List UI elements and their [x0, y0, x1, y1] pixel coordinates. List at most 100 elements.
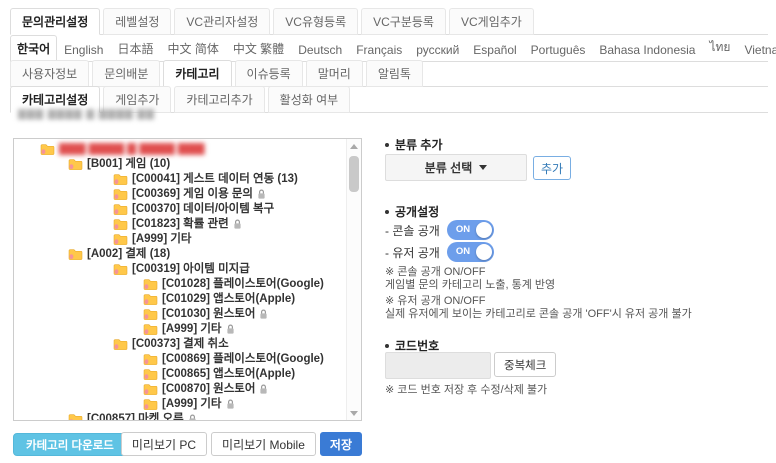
preview-pc-button[interactable]: 미리보기 PC [121, 432, 207, 456]
tree-item-label: [C00370] 데이터/아이템 복구 [132, 202, 274, 217]
main-tab-0[interactable]: 문의관리설정 [10, 8, 100, 35]
scroll-down-icon[interactable] [347, 406, 361, 420]
tree-item-17[interactable]: [C00857] 마켓 오류 [14, 412, 347, 421]
code-number-input[interactable] [385, 352, 491, 379]
sub-tab-4[interactable]: 말머리 [306, 60, 363, 87]
category-type-select[interactable]: 분류 선택 [385, 154, 527, 181]
lang-tab-4[interactable]: 中文 繁體 [226, 35, 291, 62]
tree-item-label: [A002] 결제 (18) [87, 247, 170, 262]
lang-tab-3[interactable]: 中文 简体 [161, 35, 226, 62]
folder-icon [113, 218, 128, 231]
folder-icon [68, 248, 83, 261]
sub-tab-5[interactable]: 알림톡 [366, 60, 423, 87]
lock-icon [259, 309, 268, 320]
folder-icon [143, 398, 158, 411]
main-tab-4[interactable]: VC구분등록 [361, 8, 446, 35]
tree-item-7[interactable]: [C00319] 아이템 미지급 [14, 262, 347, 277]
tree-item-16[interactable]: [A999] 기타 [14, 397, 347, 412]
sub-tab-1[interactable]: 문의배분 [92, 60, 160, 87]
main-tab-2[interactable]: VC관리자설정 [174, 8, 270, 35]
scroll-up-icon[interactable] [347, 139, 361, 153]
redacted-game-title: ▇▇▇ ▇▇▇▇ ▇ ▇▇▇▇ ▇▇ [18, 109, 155, 120]
lang-tab-5[interactable]: Deutsch [291, 38, 349, 62]
folder-icon [143, 323, 158, 336]
duplicate-check-button[interactable]: 중복체크 [494, 352, 556, 377]
lang-tab-1[interactable]: English [57, 38, 110, 62]
add-section-label: 분류 추가 [395, 136, 443, 153]
lang-tab-10[interactable]: Bahasa Indonesia [592, 38, 702, 62]
tree-item-5[interactable]: [A999] 기타 [14, 232, 347, 247]
footer-actions: 미리보기 PC 미리보기 Mobile 저장 [121, 432, 362, 456]
tree-item-14[interactable]: [C00865] 앱스토어(Apple) [14, 367, 347, 382]
tree-item-11[interactable]: [A999] 기타 [14, 322, 347, 337]
console-visibility-label: - 콘솔 공개 [385, 222, 440, 239]
sub-tab-3[interactable]: 이슈등록 [235, 60, 303, 87]
toggle-knob [476, 244, 492, 260]
folder-icon [143, 278, 158, 291]
scrollbar-thumb[interactable] [349, 156, 359, 192]
tree-root-item[interactable]: ▇▇▇ ▇▇▇▇ ▇ ▇▇▇▇ ▇▇▇ [14, 142, 347, 157]
category-tab-3[interactable]: 활성화 여부 [268, 86, 351, 113]
tree-item-label: [A999] 기타 [162, 322, 222, 337]
toggle-knob [476, 222, 492, 238]
folder-icon [68, 158, 83, 171]
folder-icon [113, 338, 128, 351]
lang-tab-7[interactable]: русский [409, 38, 466, 62]
tree-item-1[interactable]: [C00041] 게스트 데이터 연동 (13) [14, 172, 347, 187]
tree-item-0[interactable]: [B001] 게임 (10) [14, 157, 347, 172]
folder-icon [113, 188, 128, 201]
lang-tab-9[interactable]: Português [524, 38, 593, 62]
user-visibility-toggle[interactable]: ON [447, 242, 494, 262]
lock-icon [259, 384, 268, 395]
console-visibility-toggle[interactable]: ON [447, 220, 494, 240]
sub-tab-2[interactable]: 카테고리 [163, 60, 231, 87]
lang-tab-0[interactable]: 한국어 [10, 35, 57, 62]
tree-item-15[interactable]: [C00870] 원스토어 [14, 382, 347, 397]
user-visibility-label: - 유저 공개 [385, 244, 440, 261]
add-section-title: 분류 추가 [385, 136, 443, 153]
tree-scrollbar[interactable] [346, 139, 361, 420]
console-visibility-row: - 콘솔 공개 ON [385, 220, 494, 240]
main-tab-3[interactable]: VC유형등록 [273, 8, 358, 35]
lang-tab-8[interactable]: Español [466, 38, 523, 62]
main-tab-1[interactable]: 레벨설정 [103, 8, 171, 35]
tree-item-3[interactable]: [C00370] 데이터/아이템 복구 [14, 202, 347, 217]
preview-mobile-button[interactable]: 미리보기 Mobile [211, 432, 316, 456]
save-button[interactable]: 저장 [320, 432, 362, 456]
sub-tab-0[interactable]: 사용자정보 [10, 60, 89, 87]
tree-item-label: [C00373] 결제 취소 [132, 337, 229, 352]
tree-item-label: [C00041] 게스트 데이터 연동 (13) [132, 172, 298, 187]
folder-icon [113, 173, 128, 186]
console-note-desc: 게임별 문의 카테고리 노출, 통계 반영 [385, 276, 555, 292]
main-tab-bar: 문의관리설정레벨설정VC관리자설정VC유형등록VC구분등록VC게임추가 [10, 8, 768, 35]
tree-item-12[interactable]: [C00373] 결제 취소 [14, 337, 347, 352]
folder-icon [143, 383, 158, 396]
tree-item-9[interactable]: [C01029] 앱스토어(Apple) [14, 292, 347, 307]
tree-item-8[interactable]: [C01028] 플레이스토어(Google) [14, 277, 347, 292]
toggle-on-label: ON [456, 224, 470, 235]
tree-item-6[interactable]: [A002] 결제 (18) [14, 247, 347, 262]
lang-tab-2[interactable]: 日本語 [110, 35, 160, 62]
category-download-button[interactable]: 카테고리 다운로드 [13, 433, 127, 456]
select-label: 분류 선택 [425, 159, 473, 176]
tree-item-label: [C01029] 앱스토어(Apple) [162, 292, 295, 307]
visibility-section-label: 공개설정 [395, 203, 439, 220]
category-tab-2[interactable]: 카테고리추가 [174, 86, 264, 113]
add-button[interactable]: 추가 [533, 156, 571, 180]
lock-icon [257, 189, 266, 200]
caret-down-icon [479, 165, 487, 170]
tree-item-13[interactable]: [C00869] 플레이스토어(Google) [14, 352, 347, 367]
tree-item-label: [C00869] 플레이스토어(Google) [162, 352, 324, 367]
tree-item-4[interactable]: [C01823] 확률 관련 [14, 217, 347, 232]
lang-tab-11[interactable]: ไทย [702, 33, 737, 62]
tree-root-label: ▇▇▇ ▇▇▇▇ ▇ ▇▇▇▇ ▇▇▇ [59, 142, 204, 157]
bullet-icon [385, 344, 389, 348]
tree-item-10[interactable]: [C01030] 원스토어 [14, 307, 347, 322]
lang-tab-6[interactable]: Français [349, 38, 409, 62]
lang-tab-12[interactable]: Vietnam [737, 38, 776, 62]
tree-item-2[interactable]: [C00369] 게임 이용 문의 [14, 187, 347, 202]
folder-icon [143, 368, 158, 381]
main-tab-5[interactable]: VC게임추가 [449, 8, 534, 35]
user-visibility-row: - 유저 공개 ON [385, 242, 494, 262]
folder-icon [143, 353, 158, 366]
